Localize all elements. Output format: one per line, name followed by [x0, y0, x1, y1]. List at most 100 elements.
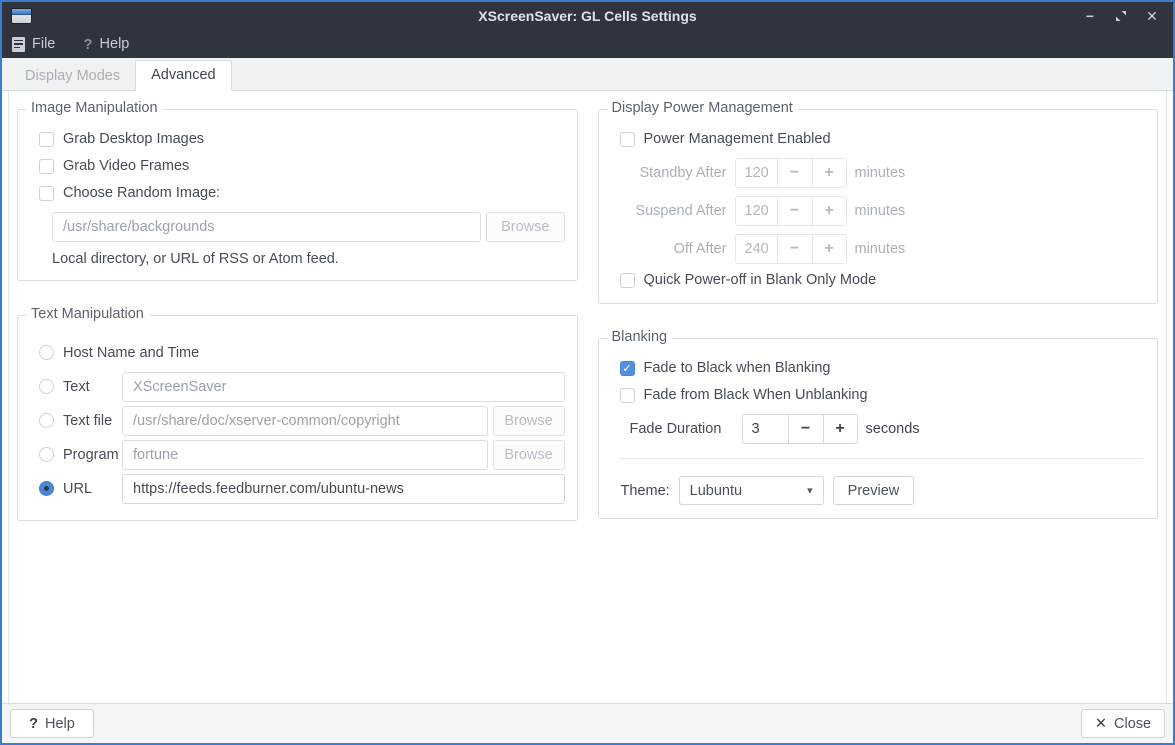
theme-row: Theme: Lubuntu ▾ Preview — [621, 476, 1146, 505]
help-button[interactable]: ? Help — [10, 709, 94, 738]
theme-dropdown-value: Lubuntu — [690, 483, 742, 499]
text-file-input[interactable] — [122, 406, 488, 436]
standby-after-row: Standby After 120 − + minutes — [630, 158, 1146, 188]
program-radio[interactable] — [39, 447, 54, 462]
fade-duration-row: Fade Duration 3 − + seconds — [630, 414, 1146, 444]
close-dialog-button[interactable]: ✕ Close — [1081, 709, 1165, 738]
image-directory-row: Browse — [52, 212, 565, 242]
text-source-file-row: Text file Browse — [39, 405, 565, 436]
theme-dropdown[interactable]: Lubuntu ▾ — [679, 476, 824, 505]
minimize-button[interactable]: − — [1081, 7, 1099, 25]
suspend-after-spinbox: 120 − + — [735, 196, 847, 226]
grab-desktop-label: Grab Desktop Images — [63, 131, 204, 147]
text-source-program-row: Program Browse — [39, 439, 565, 470]
text-manipulation-group: Text Manipulation Host Name and Time Tex… — [17, 315, 578, 521]
program-browse-button[interactable]: Browse — [493, 440, 565, 470]
choose-random-checkbox-row[interactable]: Choose Random Image: — [39, 185, 565, 201]
window-title: XScreenSaver: GL Cells Settings — [2, 8, 1173, 24]
fade-duration-increment-button[interactable]: + — [823, 415, 857, 443]
group-title: Blanking — [607, 329, 673, 345]
group-title: Display Power Management — [607, 100, 798, 116]
text-radio[interactable] — [39, 379, 54, 394]
quick-poweroff-checkbox-row[interactable]: Quick Power-off in Blank Only Mode — [620, 272, 1146, 288]
blanking-separator — [620, 458, 1144, 459]
menu-help[interactable]: ? Help — [83, 36, 129, 53]
checkmark-icon: ✓ — [622, 362, 631, 375]
xscreensaver-settings-window: XScreenSaver: GL Cells Settings − ✕ File… — [0, 0, 1175, 745]
fade-from-black-checkbox[interactable] — [620, 388, 635, 403]
grab-desktop-checkbox-row[interactable]: Grab Desktop Images — [39, 131, 565, 147]
url-label: URL — [63, 481, 92, 497]
grab-desktop-checkbox[interactable] — [39, 132, 54, 147]
host-name-radio-row[interactable]: Host Name and Time — [39, 345, 199, 361]
window-icon — [11, 8, 32, 24]
close-button-label: Close — [1114, 716, 1151, 732]
url-input[interactable] — [122, 474, 565, 504]
left-column: Image Manipulation Grab Desktop Images G… — [17, 100, 578, 521]
off-after-row: Off After 240 − + minutes — [630, 234, 1146, 264]
fade-to-black-checkbox[interactable]: ✓ — [620, 361, 635, 376]
group-title: Text Manipulation — [26, 306, 149, 322]
fade-to-black-label: Fade to Black when Blanking — [644, 360, 831, 376]
standby-after-increment-button[interactable]: + — [812, 159, 846, 187]
menu-file-label: File — [32, 36, 55, 52]
footer-bar: ? Help ✕ Close — [2, 703, 1173, 743]
text-source-url-row: URL — [39, 473, 565, 504]
fade-to-black-checkbox-row[interactable]: ✓ Fade to Black when Blanking — [620, 360, 1146, 376]
suspend-after-decrement-button[interactable]: − — [778, 197, 812, 225]
url-radio[interactable] — [39, 481, 54, 496]
text-source-text-row: Text — [39, 371, 565, 402]
theme-label: Theme: — [621, 483, 670, 499]
power-management-label: Power Management Enabled — [644, 131, 831, 147]
fade-from-black-label: Fade from Black When Unblanking — [644, 387, 868, 403]
text-input[interactable] — [122, 372, 565, 402]
quick-poweroff-checkbox[interactable] — [620, 273, 635, 288]
tab-advanced[interactable]: Advanced — [135, 60, 232, 91]
fade-duration-decrement-button[interactable]: − — [789, 415, 823, 443]
program-radio-row[interactable]: Program — [39, 447, 122, 463]
close-button[interactable]: ✕ — [1143, 7, 1161, 25]
suspend-after-increment-button[interactable]: + — [812, 197, 846, 225]
titlebar[interactable]: XScreenSaver: GL Cells Settings − ✕ — [2, 2, 1173, 30]
menu-file[interactable]: File — [12, 36, 55, 52]
host-name-radio[interactable] — [39, 345, 54, 360]
text-file-radio[interactable] — [39, 413, 54, 428]
restore-button[interactable] — [1112, 7, 1130, 25]
menubar: File ? Help — [2, 30, 1173, 58]
fade-duration-unit: seconds — [866, 421, 920, 437]
image-directory-hint: Local directory, or URL of RSS or Atom f… — [52, 251, 565, 267]
program-input[interactable] — [122, 440, 488, 470]
choose-random-checkbox[interactable] — [39, 186, 54, 201]
standby-after-label: Standby After — [630, 165, 727, 181]
right-column: Display Power Management Power Managemen… — [598, 100, 1159, 519]
text-radio-row[interactable]: Text — [39, 379, 122, 395]
minimize-icon: − — [1086, 8, 1094, 24]
window-controls: − ✕ — [1081, 2, 1161, 30]
text-file-browse-button[interactable]: Browse — [493, 406, 565, 436]
tab-display-modes[interactable]: Display Modes — [10, 62, 135, 91]
text-file-radio-row[interactable]: Text file — [39, 413, 122, 429]
grab-video-checkbox-row[interactable]: Grab Video Frames — [39, 158, 565, 174]
url-radio-row[interactable]: URL — [39, 481, 122, 497]
off-after-decrement-button[interactable]: − — [778, 235, 812, 263]
fade-from-black-checkbox-row[interactable]: Fade from Black When Unblanking — [620, 387, 1146, 403]
image-directory-input[interactable] — [52, 212, 481, 242]
grab-video-label: Grab Video Frames — [63, 158, 189, 174]
quick-poweroff-label: Quick Power-off in Blank Only Mode — [644, 272, 877, 288]
power-management-checkbox-row[interactable]: Power Management Enabled — [620, 131, 1146, 147]
suspend-after-value[interactable]: 120 — [736, 197, 778, 225]
off-after-increment-button[interactable]: + — [812, 235, 846, 263]
fade-duration-label: Fade Duration — [630, 421, 734, 437]
power-management-checkbox[interactable] — [620, 132, 635, 147]
off-after-value[interactable]: 240 — [736, 235, 778, 263]
standby-after-value[interactable]: 120 — [736, 159, 778, 187]
restore-icon — [1115, 10, 1127, 22]
help-question-icon: ? — [83, 36, 92, 53]
host-name-label: Host Name and Time — [63, 345, 199, 361]
grab-video-checkbox[interactable] — [39, 159, 54, 174]
fade-duration-value[interactable]: 3 — [743, 415, 789, 443]
blanking-group: Blanking ✓ Fade to Black when Blanking F… — [598, 338, 1159, 519]
standby-after-decrement-button[interactable]: − — [778, 159, 812, 187]
preview-button[interactable]: Preview — [833, 476, 915, 505]
image-browse-button[interactable]: Browse — [486, 212, 564, 242]
